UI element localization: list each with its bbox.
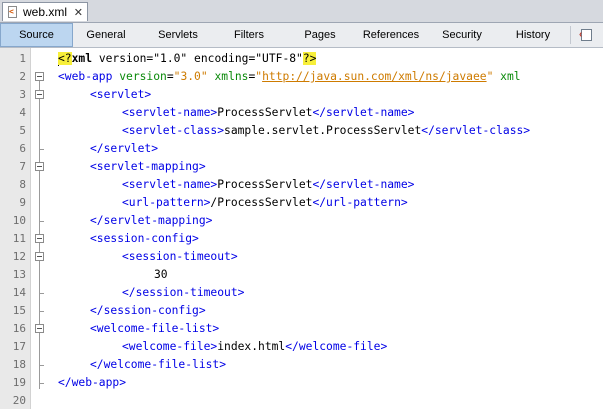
editor-tab-strip: < web.xml ✕: [0, 0, 603, 23]
line-number: 14: [12, 286, 26, 299]
source-editor[interactable]: 1 2 3 4 5 6 7 8 9 10 11 12 13 14 15 16 1…: [0, 48, 603, 409]
tab-general[interactable]: General: [73, 23, 139, 47]
tab-servlets[interactable]: Servlets: [139, 23, 217, 47]
fold-end-marker: [39, 311, 44, 312]
fold-toggle-icon[interactable]: [35, 234, 44, 243]
tab-source[interactable]: Source: [0, 23, 73, 47]
close-tab-icon[interactable]: ✕: [74, 6, 83, 19]
line-number: 1: [19, 52, 26, 65]
code-line: <servlet-name>ProcessServlet</servlet-na…: [122, 176, 414, 194]
xml-tag: <url-pattern>: [122, 196, 211, 209]
line-number: 3: [19, 88, 26, 101]
fold-toggle-icon[interactable]: [35, 162, 44, 171]
xml-text: ProcessServlet: [217, 106, 313, 119]
line-number: 17: [12, 340, 26, 353]
code-line: </servlet>: [90, 142, 159, 155]
xml-tag: </servlet-name>: [312, 178, 415, 191]
fold-toggle-icon[interactable]: [35, 252, 44, 261]
line-number: 18: [12, 358, 26, 371]
line-number: 9: [19, 196, 26, 209]
code-line: <session-config>: [90, 232, 199, 245]
line-number: 2: [19, 70, 26, 83]
xml-tag: <web-app: [58, 70, 113, 83]
xml-tag: <servlet-name>: [122, 178, 218, 191]
line-number: 11: [12, 232, 26, 245]
line-number: 20: [12, 394, 26, 407]
code-area[interactable]: <?xml version="1.0" encoding="UTF-8"?> <…: [58, 48, 603, 409]
declaration-close: ?>: [302, 52, 317, 65]
fold-margin: [31, 48, 51, 409]
fold-toggle-icon[interactable]: [35, 324, 44, 333]
fold-end-marker: [39, 383, 44, 384]
fold-toggle-icon[interactable]: [35, 90, 44, 99]
declaration-name: xml: [71, 52, 93, 65]
line-number: 7: [19, 160, 26, 173]
code-line: <session-timeout>: [122, 250, 238, 263]
fold-toggle-icon[interactable]: [35, 72, 44, 81]
tab-pages[interactable]: Pages: [281, 23, 359, 47]
code-line: </welcome-file-list>: [90, 358, 227, 371]
code-line: <servlet-class>sample.servlet.ProcessSer…: [122, 122, 530, 140]
toolbar-separator: [570, 26, 571, 44]
code-line: <?xml version="1.0" encoding="UTF-8"?>: [58, 50, 317, 68]
xml-text: /ProcessServlet: [210, 196, 313, 209]
line-number: 15: [12, 304, 26, 317]
code-line: <servlet-name>ProcessServlet</servlet-na…: [122, 104, 414, 122]
line-number: 13: [12, 268, 26, 281]
declaration-open: <?: [58, 52, 72, 65]
tab-filters[interactable]: Filters: [217, 23, 281, 47]
declaration-attrs: version="1.0" encoding="UTF-8": [92, 52, 303, 65]
document-tab-web-xml[interactable]: < web.xml ✕: [2, 2, 88, 21]
xml-value: "3.0": [173, 70, 208, 83]
tab-references[interactable]: References: [359, 23, 423, 47]
xml-file-icon: <: [7, 5, 19, 19]
line-number-gutter: 1 2 3 4 5 6 7 8 9 10 11 12 13 14 15 16 1…: [0, 48, 31, 409]
line-number: 4: [19, 106, 26, 119]
xml-attribute: version: [112, 70, 167, 83]
arrow-icon: ‹: [579, 29, 583, 40]
namespace-url-link[interactable]: http://java.sun.com/xml/ns/javaee: [262, 70, 486, 83]
xml-tag: </servlet-name>: [312, 106, 415, 119]
xml-tag: <welcome-file>: [122, 340, 218, 353]
line-number: 16: [12, 322, 26, 335]
xml-tag: </url-pattern>: [312, 196, 408, 209]
code-line: <web-app version="3.0" xmlns="http://jav…: [58, 68, 521, 86]
fold-end-marker: [39, 149, 44, 150]
line-number: 10: [12, 214, 26, 227]
toggle-view-button[interactable]: ‹: [578, 26, 596, 44]
code-line: </web-app>: [58, 376, 127, 389]
view-tab-bar: Source General Servlets Filters Pages Re…: [0, 23, 603, 48]
code-line: <url-pattern>/ProcessServlet</url-patter…: [122, 194, 408, 212]
document-tab-title: web.xml: [23, 5, 68, 19]
line-number: 19: [12, 376, 26, 389]
code-line: </servlet-mapping>: [90, 214, 213, 227]
fold-end-marker: [39, 293, 44, 294]
code-line: <servlet-mapping>: [90, 160, 206, 173]
code-line: <welcome-file>index.html</welcome-file>: [122, 338, 387, 356]
tab-history[interactable]: History: [501, 23, 565, 47]
xml-tag: </servlet-class>: [421, 124, 531, 137]
line-number: 8: [19, 178, 26, 191]
code-line: </session-config>: [90, 304, 206, 317]
code-line: <welcome-file-list>: [90, 322, 220, 335]
code-line: <servlet>: [90, 88, 152, 101]
code-line: </session-timeout>: [122, 286, 245, 299]
line-number: 6: [19, 142, 26, 155]
line-number: 12: [12, 250, 26, 263]
xml-text: ProcessServlet: [217, 178, 313, 191]
xml-attribute: xml: [493, 70, 521, 83]
toggle-view-icon: [581, 29, 592, 41]
fold-end-marker: [39, 221, 44, 222]
code-line: 30: [154, 268, 168, 281]
tab-security[interactable]: Security: [423, 23, 501, 47]
fold-end-marker: [39, 365, 44, 366]
xml-attribute: xmlns: [207, 70, 249, 83]
line-number: 5: [19, 124, 26, 137]
xml-tag: <servlet-name>: [122, 106, 218, 119]
xml-text: sample.servlet.ProcessServlet: [224, 124, 422, 137]
xml-tag: <servlet-class>: [122, 124, 225, 137]
xml-tag: </welcome-file>: [285, 340, 388, 353]
xml-text: index.html: [217, 340, 286, 353]
equals-sign: =: [166, 70, 174, 83]
